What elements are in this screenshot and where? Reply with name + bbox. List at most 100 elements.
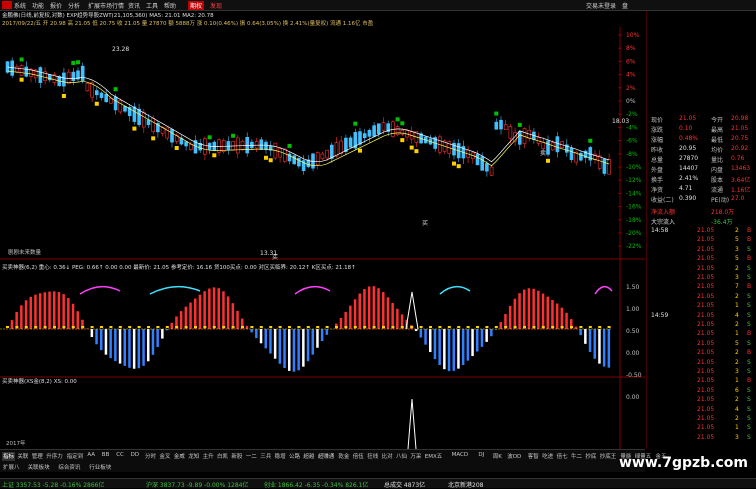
- candle-body: [119, 100, 122, 112]
- candle-body: [100, 93, 103, 98]
- candle-body: [283, 149, 286, 161]
- trading-login-status[interactable]: 交易未登录: [586, 1, 616, 10]
- menu-system[interactable]: 系统: [14, 1, 26, 10]
- indicator-tab[interactable]: DD: [130, 452, 140, 461]
- sub-tab[interactable]: 关联板块: [27, 463, 51, 472]
- indicator-tab[interactable]: 狂线: [366, 452, 379, 461]
- indicator-tab[interactable]: 关联: [16, 452, 29, 461]
- menu-tools[interactable]: 工具: [146, 1, 158, 10]
- chart-area[interactable]: 金鹏佛(日线,前复权,对数) EXP趋势导股ZWT(21,105,360) MA…: [0, 11, 645, 449]
- quote-row: 收益(二)0.390PE(动)27.0: [651, 195, 755, 205]
- menu-alert-button[interactable]: 发现: [210, 1, 222, 10]
- indicator-tab[interactable]: 金叉: [158, 452, 171, 461]
- tick-volume: 7: [735, 283, 739, 290]
- indicator-tab[interactable]: 抄底王: [599, 452, 618, 461]
- menu-news[interactable]: 资讯: [128, 1, 140, 10]
- chart-svg[interactable]: 10%8%6%4%2%0%-2%-4%-6%-8%-10%-12%-14%-16…: [0, 27, 645, 449]
- y-axis-pct-label: 10%: [626, 32, 640, 39]
- net-inflow-label: 净流入额: [651, 207, 675, 216]
- menu-function[interactable]: 功能: [32, 1, 44, 10]
- status-index[interactable]: 上证 3357.53 -5.28 -0.16% 2866亿: [2, 480, 104, 489]
- indicator-tab[interactable]: 周K: [492, 452, 503, 461]
- indicator1-bar: [575, 327, 578, 329]
- indicator-tab[interactable]: AA: [86, 452, 96, 461]
- menu-extended-market[interactable]: 扩展市场行情: [88, 1, 124, 10]
- quote-label: 现价: [651, 115, 663, 124]
- indicator1-bar: [542, 294, 545, 329]
- indicator1-star-marker: [420, 326, 423, 328]
- indicator-tab[interactable]: 客智: [527, 452, 540, 461]
- quote-row: 现价21.05今开20.98: [651, 115, 755, 125]
- indicator-tab[interactable]: BB: [101, 452, 111, 461]
- indicator-tab[interactable]: 金威: [173, 452, 186, 461]
- indicator-tab[interactable]: 一二: [245, 452, 258, 461]
- indicator-tab[interactable]: 主升: [202, 452, 215, 461]
- status-index[interactable]: 沪深 3837.73 -9.89 -0.00% 1284亿: [146, 480, 248, 489]
- status-index[interactable]: 创业 1866.42 -6.35 -0.34% 826.1亿: [264, 480, 368, 489]
- indicator-tab[interactable]: DJ: [477, 452, 485, 461]
- indicator-tab[interactable]: 比对: [381, 452, 394, 461]
- tick-volume: 3: [735, 246, 739, 253]
- status-index[interactable]: 北京新港208: [448, 480, 483, 489]
- status-index[interactable]: 总成交 4873亿: [384, 480, 425, 489]
- y-axis-pct-label: -20%: [626, 230, 642, 237]
- indicator-tab[interactable]: 吃进: [541, 452, 554, 461]
- menu-trade-button[interactable]: 期权: [188, 1, 204, 10]
- indicator-tab[interactable]: 万采: [409, 452, 422, 461]
- indicator-tab[interactable]: 管理: [31, 452, 44, 461]
- indicator1-star-marker: [213, 326, 216, 328]
- menu-quote[interactable]: 报价: [50, 1, 62, 10]
- indicator1-bar: [227, 296, 230, 329]
- indicator1-bar: [147, 329, 150, 361]
- indicator-tab[interactable]: 倍伍: [352, 452, 365, 461]
- quote-value: 20.75: [731, 135, 748, 142]
- indicator-tab[interactable]: 乾金: [337, 452, 350, 461]
- indicator-tab-bar: 指标关联管理升序力指定到AA BB CC DD 分时金叉金威龙知主升白凯新股一二三兵稳增…: [0, 449, 645, 464]
- indicator-tab[interactable]: 超赚通: [317, 452, 336, 461]
- menu-analysis[interactable]: 分析: [68, 1, 80, 10]
- tick-volume: 2: [735, 415, 739, 422]
- sub-tab[interactable]: 综合资讯: [57, 463, 81, 472]
- indicator1-star-marker: [476, 326, 479, 328]
- indicator1-star-marker: [551, 326, 554, 328]
- indicator-tab[interactable]: 白凯: [216, 452, 229, 461]
- indicator-tab[interactable]: 新股: [230, 452, 243, 461]
- candle-body: [25, 67, 28, 76]
- candle-body: [260, 140, 263, 150]
- menu-help[interactable]: 帮助: [164, 1, 176, 10]
- tick-price: 21.05: [697, 340, 714, 347]
- indicator1-overlay-line: [595, 287, 612, 294]
- indicator-tab[interactable]: MACD: [451, 452, 470, 461]
- indicator-tab[interactable]: 倍七: [556, 452, 569, 461]
- indicator-tab[interactable]: 指定到: [66, 452, 85, 461]
- indicator1-star-marker: [128, 326, 131, 328]
- indicator1-star-marker: [589, 326, 592, 328]
- k-line-button[interactable]: 盘: [622, 1, 628, 10]
- candle-body: [373, 126, 376, 137]
- indicator1-star-marker: [429, 326, 432, 328]
- indicator1-star-marker: [166, 326, 169, 328]
- indicator-tab[interactable]: 超越: [302, 452, 315, 461]
- candle-body: [15, 67, 18, 72]
- indicator-tab[interactable]: 分时: [144, 452, 157, 461]
- indicator-tab[interactable]: 公路: [288, 452, 301, 461]
- indicator-tab[interactable]: 牛二: [570, 452, 583, 461]
- sub-tab[interactable]: 行业板块: [88, 463, 112, 472]
- candle-body: [124, 106, 127, 111]
- indicator1-star-marker: [34, 326, 37, 328]
- indicator-tab[interactable]: 指标: [2, 452, 15, 461]
- indicator-tab[interactable]: 抄底: [584, 452, 597, 461]
- indicator-tab[interactable]: CC: [115, 452, 125, 461]
- indicator-tab[interactable]: 龙知: [187, 452, 200, 461]
- indicator-tab[interactable]: EMX五: [424, 452, 444, 461]
- indicator-tab[interactable]: 波OD: [506, 452, 522, 461]
- indicator-tab[interactable]: 稳增: [274, 452, 287, 461]
- candle-body: [518, 132, 521, 145]
- indicator-tab[interactable]: 升序力: [45, 452, 64, 461]
- candle-body: [542, 142, 545, 148]
- indicator-tab[interactable]: 八仙: [395, 452, 408, 461]
- indicator1-bar: [119, 329, 122, 364]
- indicator1-bar: [72, 304, 75, 329]
- sub-tab[interactable]: 扩展八: [2, 463, 21, 472]
- indicator-tab[interactable]: 三兵: [259, 452, 272, 461]
